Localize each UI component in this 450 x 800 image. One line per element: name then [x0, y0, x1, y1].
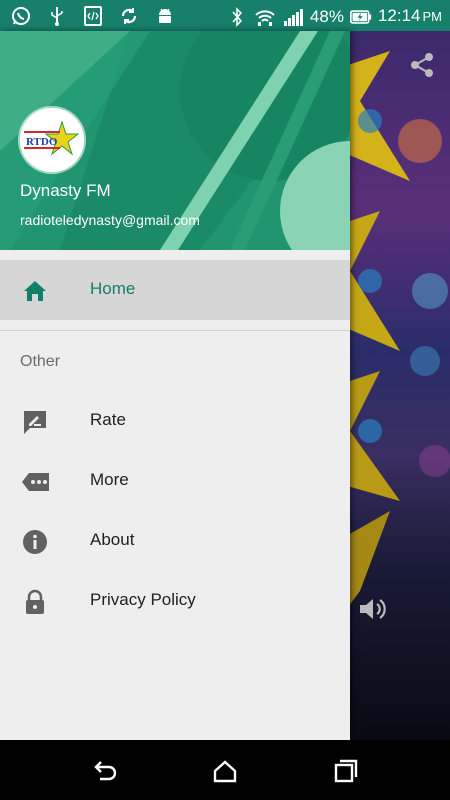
background-app [350, 31, 450, 740]
bluetooth-icon [226, 6, 248, 28]
whatsapp-icon [10, 5, 32, 27]
svg-text:RTDO: RTDO [26, 136, 58, 148]
menu-item-rate[interactable]: Rate [0, 391, 350, 451]
wifi-icon [254, 6, 276, 28]
menu-item-label: About [90, 530, 135, 549]
android-icon [154, 5, 176, 27]
battery-percent: 48% [309, 6, 344, 26]
battery-icon [349, 6, 372, 28]
divider [0, 330, 350, 331]
clock: 12:14 PM [377, 6, 442, 25]
lock-icon [21, 588, 49, 616]
station-logo: RTDO [24, 120, 80, 156]
info-icon [21, 528, 49, 556]
recents-button[interactable] [333, 758, 359, 784]
share-icon[interactable] [408, 51, 436, 79]
drawer-header: RTDO Dynasty FM radioteledynasty@gmail.c… [0, 31, 350, 250]
home-button[interactable] [212, 758, 238, 784]
navigation-drawer: RTDO Dynasty FM radioteledynasty@gmail.c… [0, 31, 350, 740]
section-title-other: Other [20, 353, 61, 370]
status-bar: 48% 12:14 PM [0, 0, 450, 31]
menu-item-label: Privacy Policy [90, 590, 196, 609]
signal-icon [282, 6, 304, 28]
station-name: Dynasty FM [20, 181, 111, 200]
back-button[interactable] [92, 758, 118, 784]
menu-item-privacy-policy[interactable]: Privacy Policy [0, 571, 350, 631]
usb-icon [46, 5, 68, 27]
menu-item-about[interactable]: About [0, 511, 350, 571]
system-nav-bar [0, 740, 450, 800]
rate-icon [21, 408, 49, 436]
developer-icon [82, 5, 104, 27]
menu-item-label: Home [90, 279, 136, 298]
station-email: radioteledynasty@gmail.com [20, 212, 200, 228]
sync-icon [118, 5, 140, 27]
menu-item-home[interactable]: Home [0, 260, 350, 320]
menu-item-label: More [90, 470, 129, 489]
background-artwork [350, 51, 450, 605]
avatar: RTDO [20, 108, 84, 172]
volume-icon[interactable] [356, 593, 388, 625]
home-icon [21, 277, 49, 305]
more-icon [21, 468, 49, 496]
menu-item-label: Rate [90, 410, 126, 429]
menu-item-more[interactable]: More [0, 451, 350, 511]
